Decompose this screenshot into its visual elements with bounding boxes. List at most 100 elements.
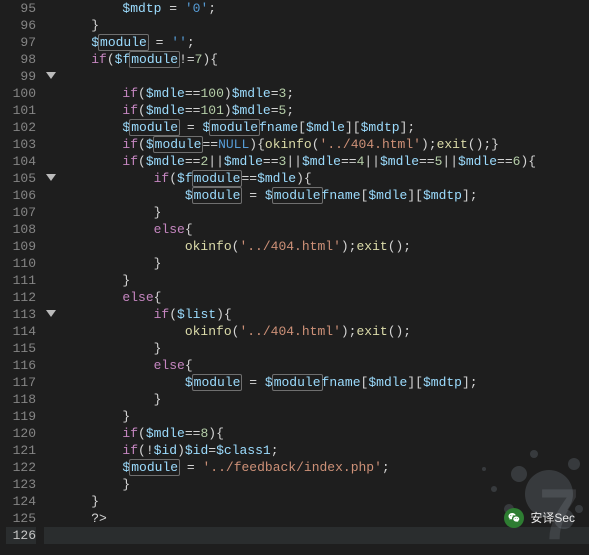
line-number: 126 (6, 527, 36, 544)
line-number: 115 (6, 340, 36, 357)
fold-toggle-icon[interactable] (44, 170, 60, 187)
line-number: 108 (6, 221, 36, 238)
line-number: 95 (6, 0, 36, 17)
fold-spacer (44, 510, 60, 527)
fold-spacer (44, 425, 60, 442)
code-line[interactable]: if($mdle==101)$mdle=5; (60, 102, 589, 119)
fold-spacer (44, 408, 60, 425)
fold-spacer (44, 51, 60, 68)
fold-column[interactable] (44, 0, 60, 534)
line-number: 119 (6, 408, 36, 425)
fold-spacer (44, 136, 60, 153)
code-line[interactable]: $module = $modulefname[$mdle][$mdtp]; (60, 374, 589, 391)
fold-spacer (44, 238, 60, 255)
line-number: 117 (6, 374, 36, 391)
code-line[interactable]: okinfo('../404.html');exit(); (60, 238, 589, 255)
code-line[interactable]: if($fmodule==$mdle){ (60, 170, 589, 187)
code-line[interactable]: if($fmodule!=7){ (60, 51, 589, 68)
line-number: 113 (6, 306, 36, 323)
line-number: 101 (6, 102, 36, 119)
fold-spacer (44, 255, 60, 272)
fold-spacer (44, 85, 60, 102)
fold-spacer (44, 340, 60, 357)
code-line[interactable]: } (60, 340, 589, 357)
code-line[interactable]: $module = '../feedback/index.php'; (60, 459, 589, 476)
code-line[interactable]: $module = ''; (60, 34, 589, 51)
line-number: 105 (6, 170, 36, 187)
code-line[interactable]: if($mdle==8){ (60, 425, 589, 442)
line-number: 122 (6, 459, 36, 476)
code-line[interactable] (60, 68, 589, 85)
fold-spacer (44, 357, 60, 374)
line-number: 116 (6, 357, 36, 374)
code-line[interactable]: } (60, 272, 589, 289)
line-number: 109 (6, 238, 36, 255)
line-number: 106 (6, 187, 36, 204)
code-line[interactable]: if($mdle==100)$mdle=3; (60, 85, 589, 102)
line-number: 98 (6, 51, 36, 68)
line-number: 125 (6, 510, 36, 527)
fold-spacer (44, 119, 60, 136)
line-number: 97 (6, 34, 36, 51)
code-line[interactable]: $mdtp = '0'; (60, 0, 589, 17)
fold-spacer (44, 391, 60, 408)
line-number: 121 (6, 442, 36, 459)
fold-toggle-icon[interactable] (44, 306, 60, 323)
code-line[interactable]: else{ (60, 357, 589, 374)
code-line[interactable]: $module = $modulefname[$mdle][$mdtp]; (60, 187, 589, 204)
fold-spacer (44, 221, 60, 238)
code-area[interactable]: $mdtp = '0'; } $module = ''; if($fmodule… (60, 0, 589, 534)
line-number: 100 (6, 85, 36, 102)
code-line[interactable]: } (60, 391, 589, 408)
line-number: 110 (6, 255, 36, 272)
code-line[interactable]: if(!$id)$id=$class1; (60, 442, 589, 459)
code-editor[interactable]: 9596979899100101102103104105106107108109… (0, 0, 589, 534)
code-line[interactable]: else{ (60, 221, 589, 238)
line-number: 99 (6, 68, 36, 85)
line-number: 102 (6, 119, 36, 136)
fold-spacer (44, 323, 60, 340)
fold-spacer (44, 204, 60, 221)
fold-spacer (44, 34, 60, 51)
fold-toggle-icon[interactable] (44, 68, 60, 85)
line-number: 114 (6, 323, 36, 340)
fold-spacer (44, 187, 60, 204)
footer-label: 安译Sec (530, 510, 575, 527)
code-line[interactable]: if($module==NULL){okinfo('../404.html');… (60, 136, 589, 153)
code-line[interactable]: } (60, 476, 589, 493)
code-line[interactable] (60, 527, 589, 544)
fold-spacer (44, 476, 60, 493)
code-line[interactable]: if($mdle==2||$mdle==3||$mdle==4||$mdle==… (60, 153, 589, 170)
line-number: 123 (6, 476, 36, 493)
fold-spacer (44, 442, 60, 459)
fold-spacer (44, 527, 60, 544)
line-number: 96 (6, 17, 36, 34)
line-number: 124 (6, 493, 36, 510)
code-line[interactable]: if($list){ (60, 306, 589, 323)
line-number: 111 (6, 272, 36, 289)
footer-badge: 安译Sec (504, 508, 575, 528)
code-line[interactable]: } (60, 17, 589, 34)
fold-spacer (44, 17, 60, 34)
fold-spacer (44, 374, 60, 391)
code-line[interactable]: } (60, 408, 589, 425)
code-line[interactable]: } (60, 204, 589, 221)
line-number: 107 (6, 204, 36, 221)
code-line[interactable]: $module = $modulefname[$mdle][$mdtp]; (60, 119, 589, 136)
fold-spacer (44, 102, 60, 119)
code-line[interactable]: } (60, 255, 589, 272)
code-line[interactable]: else{ (60, 289, 589, 306)
fold-spacer (44, 493, 60, 510)
line-number: 104 (6, 153, 36, 170)
code-line[interactable]: okinfo('../404.html');exit(); (60, 323, 589, 340)
line-number: 112 (6, 289, 36, 306)
fold-spacer (44, 289, 60, 306)
fold-spacer (44, 153, 60, 170)
line-number: 103 (6, 136, 36, 153)
wechat-icon (504, 508, 524, 528)
fold-spacer (44, 459, 60, 476)
line-number: 118 (6, 391, 36, 408)
fold-spacer (44, 272, 60, 289)
line-number: 120 (6, 425, 36, 442)
fold-spacer (44, 0, 60, 17)
